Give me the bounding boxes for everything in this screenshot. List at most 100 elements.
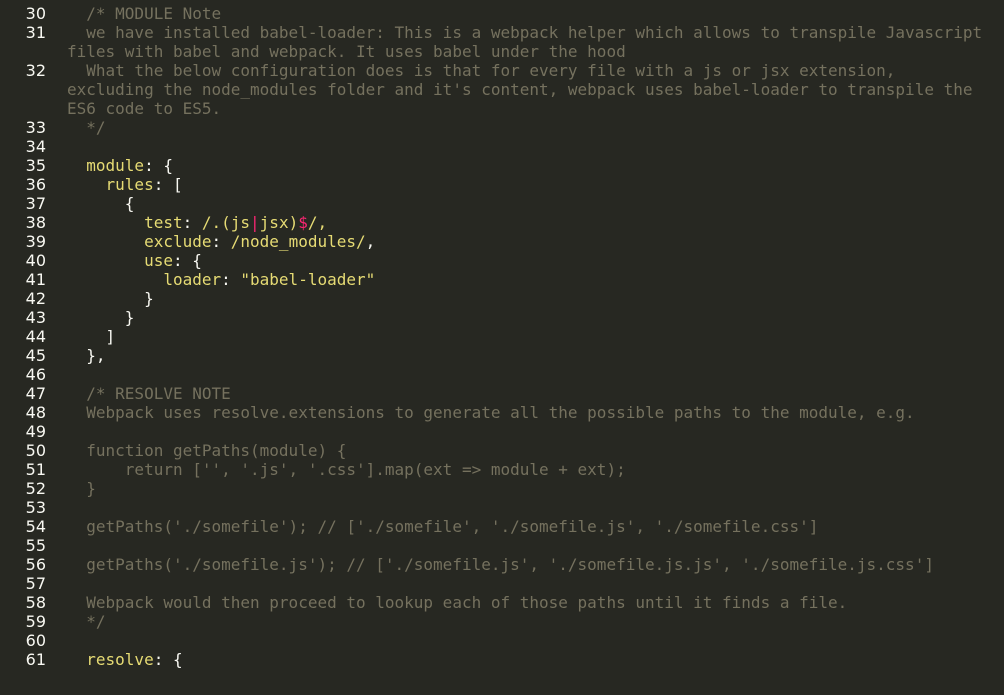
code-line[interactable]: 48 Webpack uses resolve.extensions to ge… [0, 403, 1004, 422]
code-line[interactable]: 31 we have installed babel-loader: This … [0, 23, 1004, 61]
line-number: 30 [25, 4, 46, 23]
code-text: exclude: /node_modules/, [67, 232, 987, 251]
code-line[interactable]: 55 [0, 536, 1004, 555]
code-line[interactable]: 61 resolve: { [0, 650, 1004, 669]
code-text: module: { [67, 156, 987, 175]
code-line[interactable]: 59 */ [0, 612, 1004, 631]
code-line[interactable]: 42 } [0, 289, 1004, 308]
regex-literal: /.(js [201, 213, 251, 232]
line-number: 37 [25, 194, 46, 213]
code-line[interactable]: 36 rules: [ [0, 175, 1004, 194]
code-line[interactable]: 45 }, [0, 346, 1004, 365]
code-line[interactable]: 46 [0, 365, 1004, 384]
string-literal: "babel-loader" [240, 270, 376, 289]
code-line[interactable]: 40 use: { [0, 251, 1004, 270]
code-text: } [67, 308, 135, 327]
line-number: 52 [25, 479, 46, 498]
regex-literal: jsx) [259, 213, 299, 232]
line-number: 49 [25, 422, 46, 441]
line-number: 57 [25, 574, 46, 593]
code-text: getPaths('./somefile.js'); // ['./somefi… [67, 555, 934, 574]
punctuation: : [ [153, 175, 183, 194]
code-line[interactable]: 43 } [0, 308, 1004, 327]
code-line[interactable]: 38 test: /.(js|jsx)$/, [0, 213, 1004, 232]
code-editor[interactable]: 30 /* MODULE Note 31 we have installed b… [0, 0, 1004, 695]
line-number: 48 [25, 403, 46, 422]
code-line[interactable]: 60 [0, 631, 1004, 650]
code-line[interactable]: 57 [0, 574, 1004, 593]
punctuation: : { [153, 650, 183, 669]
code-line[interactable]: 51 return ['', '.js', '.css'].map(ext =>… [0, 460, 1004, 479]
regex-literal: /node_modules/ [230, 232, 366, 251]
line-number: 51 [25, 460, 46, 479]
property-key: test [144, 213, 183, 232]
line-number: 32 [25, 61, 46, 80]
code-text: } [67, 479, 96, 498]
code-line[interactable]: 35 module: { [0, 156, 1004, 175]
code-text: { [67, 194, 135, 213]
regex-operator: $ [298, 213, 308, 232]
code-area[interactable]: 30 /* MODULE Note 31 we have installed b… [0, 4, 1004, 669]
code-text: rules: [ [67, 175, 987, 194]
code-text: /* RESOLVE NOTE [67, 384, 231, 403]
code-line[interactable]: 49 [0, 422, 1004, 441]
line-number: 61 [25, 650, 46, 669]
punctuation: : [182, 213, 202, 232]
code-text: return ['', '.js', '.css'].map(ext => mo… [67, 460, 626, 479]
line-number: 45 [25, 346, 46, 365]
line-number: 46 [25, 365, 46, 384]
code-text: }, [67, 346, 106, 365]
punctuation: : [221, 270, 241, 289]
code-line[interactable]: 47 /* RESOLVE NOTE [0, 384, 1004, 403]
code-line[interactable]: 58 Webpack would then proceed to lookup … [0, 593, 1004, 612]
code-line[interactable]: 41 loader: "babel-loader" [0, 270, 1004, 289]
code-line[interactable]: 52 } [0, 479, 1004, 498]
property-key: resolve [86, 650, 154, 669]
punctuation: : { [172, 251, 202, 270]
line-number: 60 [25, 631, 46, 650]
line-number: 44 [25, 327, 46, 346]
code-text: What the below configuration does is tha… [67, 61, 983, 118]
code-line[interactable]: 39 exclude: /node_modules/, [0, 232, 1004, 251]
code-line[interactable]: 37 { [0, 194, 1004, 213]
line-number: 42 [25, 289, 46, 308]
code-text: we have installed babel-loader: This is … [67, 23, 992, 61]
code-line[interactable]: 32 What the below configuration does is … [0, 61, 1004, 118]
code-line[interactable]: 30 /* MODULE Note [0, 4, 1004, 23]
code-text: /* MODULE Note [67, 4, 222, 23]
property-key: module [86, 156, 145, 175]
property-key: loader [163, 270, 222, 289]
line-number: 43 [25, 308, 46, 327]
code-line[interactable]: 34 [0, 137, 1004, 156]
punctuation: , [365, 232, 376, 251]
code-text: Webpack would then proceed to lookup eac… [67, 593, 848, 612]
property-key: rules [105, 175, 154, 194]
code-line[interactable]: 56 getPaths('./somefile.js'); // ['./som… [0, 555, 1004, 574]
property-key: exclude [144, 232, 212, 251]
line-number: 50 [25, 441, 46, 460]
line-number: 35 [25, 156, 46, 175]
line-number: 53 [25, 498, 46, 517]
code-line[interactable]: 54 getPaths('./somefile'); // ['./somefi… [0, 517, 1004, 536]
regex-literal: /, [307, 213, 328, 232]
code-line[interactable]: 33 */ [0, 118, 1004, 137]
code-text: test: /.(js|jsx)$/, [67, 213, 987, 232]
line-number: 56 [25, 555, 46, 574]
line-number: 34 [25, 137, 46, 156]
code-text: loader: "babel-loader" [67, 270, 987, 289]
code-line[interactable]: 44 ] [0, 327, 1004, 346]
code-text: Webpack uses resolve.extensions to gener… [67, 403, 915, 422]
code-line[interactable]: 53 [0, 498, 1004, 517]
code-line[interactable]: 50 function getPaths(module) { [0, 441, 1004, 460]
